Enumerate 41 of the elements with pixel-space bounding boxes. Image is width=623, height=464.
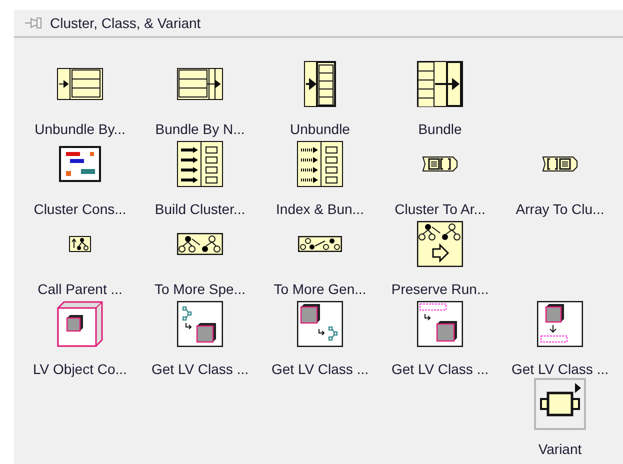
- palette-item-label[interactable]: Bundle By N...: [155, 120, 245, 138]
- palette-item-label[interactable]: Index & Bun...: [276, 200, 364, 218]
- palette-item-label[interactable]: Get LV Class ...: [152, 360, 248, 378]
- palette-item-label[interactable]: Call Parent ...: [38, 280, 122, 298]
- unbundle-by-name-icon: [57, 68, 103, 100]
- bundle-icon: [417, 61, 463, 107]
- get-class-name-icon: [417, 301, 463, 347]
- palette-item-label[interactable]: Get LV Class ...: [512, 360, 608, 378]
- cluster-to-array-icon: [422, 156, 458, 172]
- palette-item-label[interactable]: LV Object Co...: [33, 360, 127, 378]
- get-class-file-icon: [537, 301, 583, 347]
- palette-item-label[interactable]: Unbundle By...: [34, 120, 126, 138]
- palette-item-label[interactable]: Variant: [538, 440, 582, 458]
- build-cluster-array-icon: [177, 141, 223, 187]
- to-more-specific-icon: [177, 233, 223, 255]
- palette-item-label[interactable]: Bundle: [418, 120, 462, 138]
- palette-item-label[interactable]: To More Spe...: [154, 280, 246, 298]
- palette-title: Cluster, Class, & Variant: [50, 14, 201, 32]
- caret-icon: [575, 383, 581, 393]
- array-to-cluster-icon: [542, 156, 578, 172]
- palette-item-label[interactable]: Cluster To Ar...: [394, 200, 486, 218]
- palette-item-label[interactable]: Build Cluster...: [154, 200, 246, 218]
- variant-icon: [540, 389, 580, 419]
- preserve-runtime-class-icon: [417, 221, 463, 267]
- unbundle-icon: [304, 61, 336, 107]
- object-cube-icon: [57, 301, 103, 347]
- palette-item-label[interactable]: Cluster Cons...: [34, 200, 126, 218]
- subpalette-button[interactable]: [534, 378, 586, 430]
- get-class-default-icon: [177, 301, 223, 347]
- to-more-generic-icon: [298, 236, 342, 252]
- palette-item-label[interactable]: Get LV Class ...: [392, 360, 488, 378]
- palette-item-label[interactable]: To More Gen...: [274, 280, 366, 298]
- palette-item-label[interactable]: Get LV Class ...: [272, 360, 368, 378]
- palette-item-label[interactable]: Unbundle: [290, 120, 350, 138]
- palette-item-label[interactable]: Preserve Run...: [391, 280, 489, 298]
- get-class-path-icon: [297, 301, 343, 347]
- call-parent-icon: [69, 236, 91, 252]
- index-and-bundle-icon: [297, 141, 343, 187]
- bundle-by-name-icon: [177, 68, 223, 100]
- palette-item-label[interactable]: Array To Clu...: [516, 200, 604, 218]
- cluster-constant-icon: [59, 146, 101, 182]
